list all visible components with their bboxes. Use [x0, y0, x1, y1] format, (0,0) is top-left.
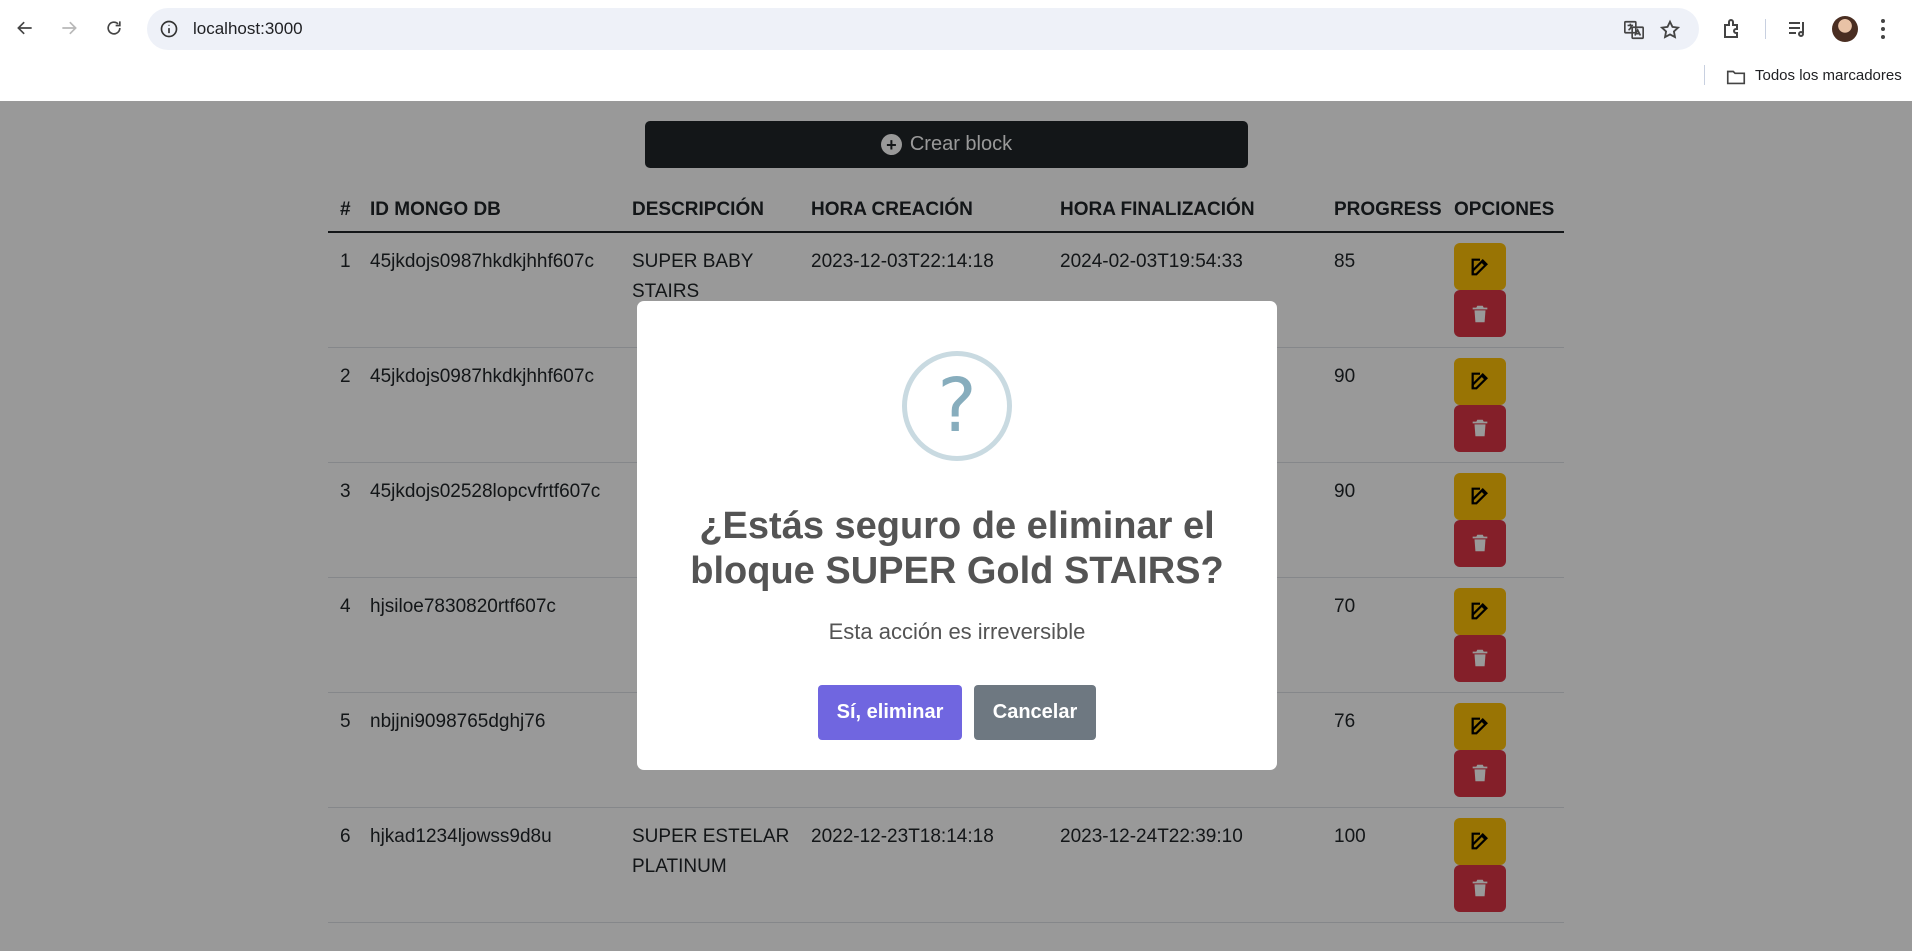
question-icon: ?	[902, 351, 1012, 461]
reload-icon[interactable]	[99, 13, 129, 43]
all-bookmarks-link[interactable]: Todos los marcadores	[1755, 67, 1902, 84]
back-icon[interactable]	[10, 13, 40, 43]
forward-icon[interactable]	[54, 13, 84, 43]
translate-icon[interactable]	[1623, 19, 1645, 41]
browser-menu-icon[interactable]	[1877, 17, 1889, 41]
profile-avatar[interactable]	[1832, 16, 1858, 42]
delete-confirm-dialog: ? ¿Estás seguro de eliminar el bloque SU…	[637, 301, 1277, 770]
media-controls-icon[interactable]	[1786, 17, 1810, 41]
cancel-button[interactable]: Cancelar	[974, 685, 1096, 740]
confirm-delete-button[interactable]: Sí, eliminar	[818, 685, 962, 740]
address-bar[interactable]: localhost:3000	[147, 8, 1699, 50]
dialog-text: Esta acción es irreversible	[828, 619, 1086, 644]
extensions-icon[interactable]	[1721, 17, 1745, 41]
dialog-title: ¿Estás seguro de eliminar el bloque SUPE…	[690, 505, 1224, 592]
browser-toolbar: localhost:3000	[0, 0, 1912, 58]
site-info-icon[interactable]	[159, 19, 179, 39]
url-text[interactable]: localhost:3000	[193, 19, 303, 39]
bookmarks-bar: Todos los marcadores	[0, 58, 1912, 101]
bookmarks-divider	[1704, 65, 1705, 85]
toolbar-divider	[1765, 19, 1766, 39]
folder-icon[interactable]	[1725, 66, 1747, 88]
bookmark-star-icon[interactable]	[1659, 19, 1681, 41]
